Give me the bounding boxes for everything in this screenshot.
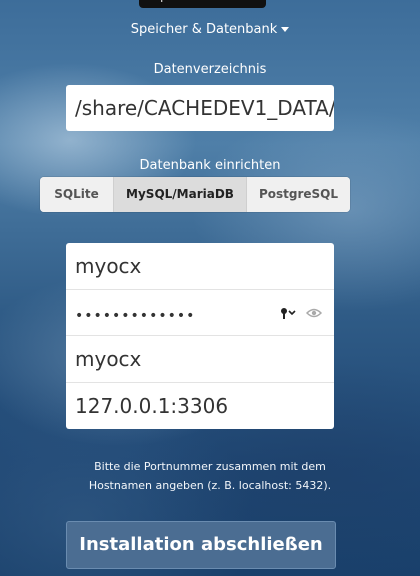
- data-directory-label: Datenverzeichnis: [153, 62, 267, 77]
- port-hint-line2: Hostnamen angeben (z. B. localhost: 5432…: [88, 479, 332, 492]
- tab-postgresql[interactable]: PostgreSQL: [247, 177, 350, 212]
- tab-mysql-mariadb[interactable]: MySQL/MariaDB: [113, 177, 247, 212]
- eye-icon[interactable]: [306, 307, 322, 319]
- db-password-input[interactable]: •••••••••••••: [66, 290, 334, 336]
- key-icon[interactable]: [280, 307, 298, 319]
- password-dots: •••••••••••••: [75, 307, 196, 324]
- db-host-input[interactable]: 127.0.0.1:3306: [66, 383, 334, 430]
- data-directory-input[interactable]: /share/CACHEDEV1_DATA/.qpkg/nextcloud/da…: [66, 85, 334, 131]
- db-name-input[interactable]: myocx: [66, 336, 334, 383]
- port-hint-line1: Bitte die Portnummer zusammen mit dem: [94, 460, 326, 473]
- port-hint: Bitte die Portnummer zusammen mit dem Ho…: [0, 457, 420, 495]
- database-setup-label: Datenbank einrichten: [139, 158, 281, 173]
- caps-lock-tooltip: Caps Lock ist aktiviert: [139, 0, 266, 8]
- database-credentials-form: myocx ••••••••••••• myocx 127.0.0.1:3306: [66, 243, 334, 429]
- finish-installation-button[interactable]: Installation abschließen: [66, 521, 336, 569]
- database-type-selector: SQLite MySQL/MariaDB PostgreSQL: [40, 177, 350, 212]
- caret-down-icon: [281, 27, 290, 32]
- tab-sqlite[interactable]: SQLite: [40, 177, 113, 212]
- storage-database-label: Speicher & Datenbank: [130, 22, 278, 37]
- db-user-input[interactable]: myocx: [66, 243, 334, 290]
- storage-database-toggle[interactable]: Speicher & Datenbank: [0, 22, 420, 37]
